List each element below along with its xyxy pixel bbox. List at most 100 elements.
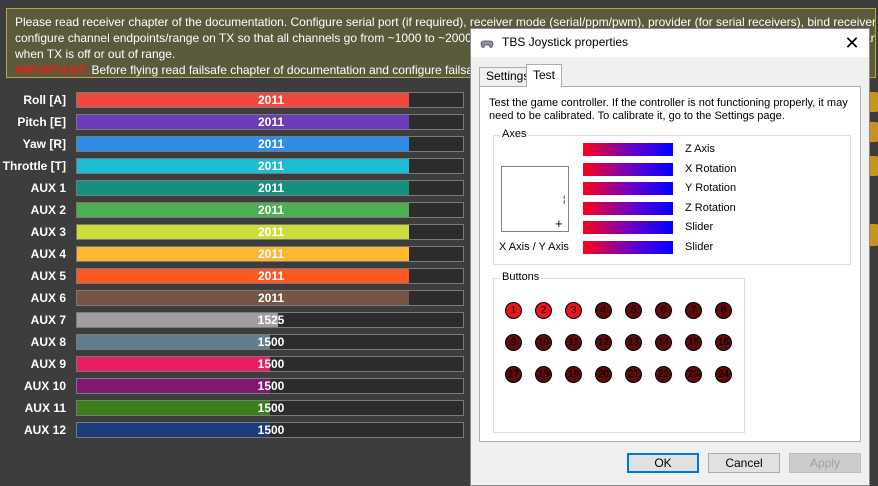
channel-value: 2011 xyxy=(257,269,285,283)
axis-bar xyxy=(583,201,673,215)
channel-label: AUX 8 xyxy=(30,335,66,349)
joystick-button-indicator: 6 xyxy=(655,302,672,319)
gamepad-icon xyxy=(480,40,494,48)
channel-value: 2011 xyxy=(257,291,285,305)
channel-meter: 2011 xyxy=(76,290,464,306)
joystick-button-indicator: 14 xyxy=(655,334,672,351)
joystick-button-indicator: 16 xyxy=(715,334,732,351)
joystick-button-indicator: 12 xyxy=(595,334,612,351)
joystick-button-indicator: 19 xyxy=(565,366,582,383)
channel-row: Pitch [E] 2011 xyxy=(0,113,470,131)
channel-row: AUX 2 2011 xyxy=(0,201,470,219)
channel-value: 2011 xyxy=(257,93,285,107)
channel-meter: 1500 xyxy=(76,378,464,394)
joystick-button-indicator: 18 xyxy=(535,366,552,383)
channel-row: AUX 9 1500 xyxy=(0,355,470,373)
axis-label: Slider xyxy=(685,240,714,253)
channel-meter: 2011 xyxy=(76,224,464,240)
channel-meter: 2011 xyxy=(76,268,464,284)
channel-value: 2011 xyxy=(257,225,285,239)
channel-label: AUX 6 xyxy=(30,291,66,305)
channel-row: AUX 10 1500 xyxy=(0,377,470,395)
channel-meter: 2011 xyxy=(76,158,464,174)
joystick-properties-dialog: TBS Joystick properties ✕ Settings Test … xyxy=(470,28,870,486)
channel-row: AUX 7 1525 xyxy=(0,311,470,329)
channel-row: AUX 6 2011 xyxy=(0,289,470,307)
channel-label: AUX 11 xyxy=(24,401,66,415)
channel-meter: 2011 xyxy=(76,136,464,152)
channel-row: Roll [A] 2011 xyxy=(0,91,470,109)
channel-label: AUX 3 xyxy=(30,225,66,239)
important-text: Before flying read failsafe chapter of d… xyxy=(91,63,487,77)
channel-row: AUX 3 2011 xyxy=(0,223,470,241)
channel-value: 2011 xyxy=(257,181,285,195)
axes-group-title: Axes xyxy=(500,128,529,140)
channel-label: AUX 5 xyxy=(30,269,66,283)
joystick-button-indicator: 4 xyxy=(595,302,612,319)
channel-value: 2011 xyxy=(257,247,285,261)
channel-label: AUX 4 xyxy=(30,247,66,261)
channel-label: AUX 2 xyxy=(30,203,66,217)
axis-label: Z Axis xyxy=(685,143,715,155)
joystick-button-indicator: 10 xyxy=(535,334,552,351)
channel-meter: 1525 xyxy=(76,312,464,328)
close-button[interactable]: ✕ xyxy=(841,32,863,54)
axis-bar xyxy=(583,240,673,254)
joystick-button-indicator: 22 xyxy=(655,366,672,383)
dialog-titlebar: TBS Joystick properties ✕ xyxy=(471,29,869,57)
axis-bar xyxy=(583,221,673,234)
channel-meter: 2011 xyxy=(76,114,464,130)
xy-tick-mark: ¦ xyxy=(563,194,566,204)
joystick-button-indicator: 7 xyxy=(685,302,702,319)
joystick-button-indicator: 15 xyxy=(685,334,702,351)
joystick-button-indicator: 24 xyxy=(715,366,732,383)
channel-label: Throttle [T] xyxy=(2,159,66,173)
channel-row: AUX 11 1500 xyxy=(0,399,470,417)
channel-label: AUX 9 xyxy=(30,357,66,371)
apply-button[interactable]: Apply xyxy=(789,453,861,473)
channel-value: 2011 xyxy=(257,137,285,151)
buttons-group: Buttons xyxy=(493,271,745,433)
cancel-button[interactable]: Cancel xyxy=(708,453,780,473)
channel-row: AUX 4 2011 xyxy=(0,245,470,263)
channel-meter: 2011 xyxy=(76,246,464,262)
channel-meter: 1500 xyxy=(76,400,464,416)
joystick-button-indicator: 8 xyxy=(715,302,732,319)
ok-button[interactable]: OK xyxy=(627,453,699,473)
channel-label: AUX 7 xyxy=(30,313,66,327)
joystick-button-indicator: 20 xyxy=(595,366,612,383)
joystick-button-indicator: 17 xyxy=(505,366,522,383)
channel-label: AUX 1 xyxy=(30,181,66,195)
axis-label: X Rotation xyxy=(685,162,737,175)
channel-value: 2011 xyxy=(257,115,285,129)
channel-label: Yaw [R] xyxy=(22,137,66,151)
channel-label: Pitch [E] xyxy=(17,115,66,129)
joystick-button-indicator: 2 xyxy=(535,302,552,319)
joystick-button-indicator: 21 xyxy=(625,366,642,383)
axis-label: Z Rotation xyxy=(685,201,736,214)
channel-meter: 1500 xyxy=(76,334,464,350)
channel-row: Yaw [R] 2011 xyxy=(0,135,470,153)
channel-value: 1525 xyxy=(257,313,285,327)
joystick-button-indicator: 3 xyxy=(565,302,582,319)
channel-row: AUX 5 2011 xyxy=(0,267,470,285)
joystick-button-indicator: 23 xyxy=(685,366,702,383)
important-label: IMPORTANT: xyxy=(15,63,89,77)
channel-row: AUX 1 2011 xyxy=(0,179,470,197)
channel-value: 1500 xyxy=(257,357,285,371)
joystick-button-indicator: 11 xyxy=(565,334,582,351)
joystick-button-indicator: 9 xyxy=(505,334,522,351)
channel-row: AUX 8 1500 xyxy=(0,333,470,351)
channel-value: 2011 xyxy=(257,203,285,217)
channel-label: AUX 10 xyxy=(23,379,66,393)
channel-row: Throttle [T] 2011 xyxy=(0,157,470,175)
channel-value: 1500 xyxy=(257,335,285,349)
channel-meter: 1500 xyxy=(76,356,464,372)
channel-meter: 2011 xyxy=(76,202,464,218)
axis-label: Y Rotation xyxy=(685,182,737,194)
joystick-button-indicator: 1 xyxy=(505,302,522,319)
tab-test[interactable]: Test xyxy=(526,64,563,87)
channel-label: AUX 12 xyxy=(23,423,66,437)
channel-label: Roll [A] xyxy=(23,93,66,107)
buttons-group-title: Buttons xyxy=(500,271,542,283)
